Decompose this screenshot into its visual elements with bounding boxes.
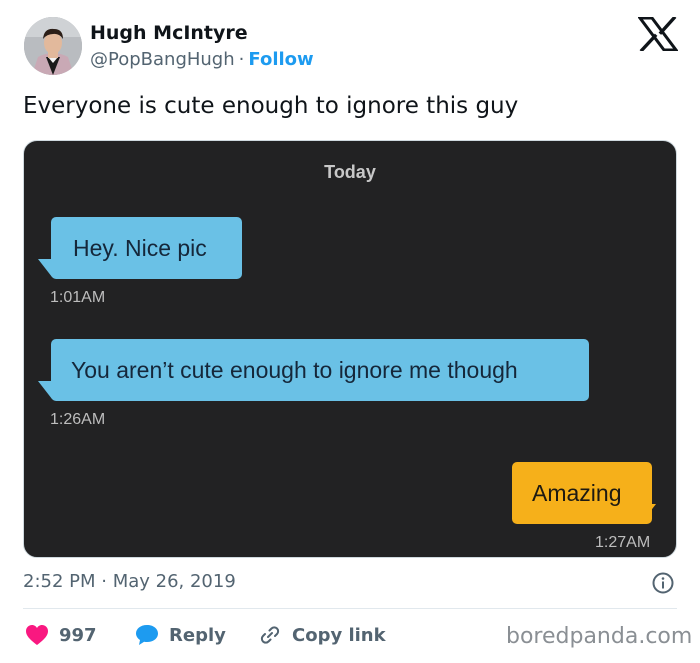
reply-button[interactable]: Reply [135,622,226,648]
watermark: boredpanda.com [506,624,693,649]
message-bubble-outgoing: Amazing [512,462,652,524]
bubble-tail [38,381,52,399]
author-handle-row: @PopBangHugh · Follow [90,49,314,70]
chat-day-label: Today [324,162,376,182]
tweet-text: Everyone is cute enough to ignore this g… [23,93,519,119]
link-icon [260,626,280,644]
separator-dot: · [238,49,245,70]
tweet-card: Hugh McIntyre @PopBangHugh · Follow Everyo… [0,0,700,663]
author-handle[interactable]: @PopBangHugh [90,49,235,70]
heart-icon [26,625,48,645]
like-count: 997 [59,624,97,646]
avatar[interactable] [24,17,82,75]
message-bubble-incoming: You aren’t cute enough to ignore me thou… [51,339,589,401]
author-name[interactable]: Hugh McIntyre [90,22,248,44]
divider [23,608,677,609]
bubble-tail [38,259,52,277]
message-time: 1:27AM [595,534,651,551]
tweet-timestamp[interactable]: 2:52 PM · May 26, 2019 [23,571,236,592]
message-text: You aren’t cute enough to ignore me thou… [71,357,518,383]
message-bubble-incoming: Hey. Nice pic [51,217,242,279]
info-icon[interactable] [652,572,674,594]
copy-link-button[interactable]: Copy link [258,622,386,648]
message-text: Hey. Nice pic [73,235,207,261]
reply-label: Reply [169,624,226,646]
message-text: Amazing [532,480,622,506]
like-button[interactable]: 997 [25,622,97,648]
follow-button[interactable]: Follow [248,49,313,70]
avatar-photo [24,17,82,75]
speech-bubble-icon [136,625,158,645]
message-time: 1:26AM [50,411,106,428]
message-time: 1:01AM [50,289,106,306]
chat-screenshot: Today Hey. Nice pic 1:01AM You aren’t cu… [23,140,677,558]
copy-link-label: Copy link [292,624,386,646]
x-logo-icon[interactable] [637,15,679,53]
